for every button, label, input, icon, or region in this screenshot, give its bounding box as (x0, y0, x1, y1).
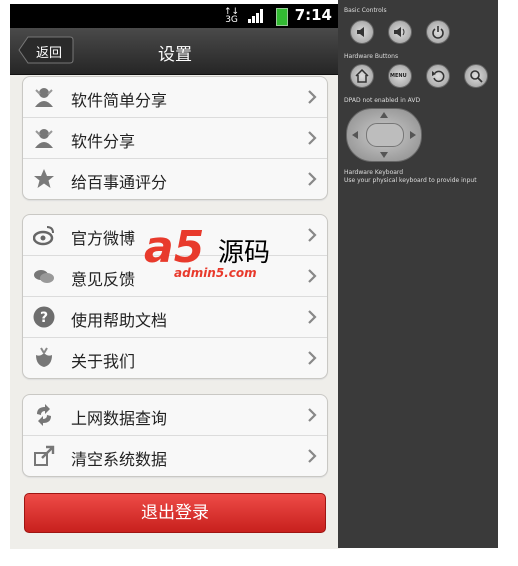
dpad[interactable] (346, 108, 422, 162)
volume-down-icon (357, 27, 364, 37)
svg-text:?: ? (40, 310, 48, 326)
status-bar: ↑↓ 3G 7:14 (10, 4, 340, 28)
settings-group-share: 软件简单分享 软件分享 给百事通评分 (22, 76, 328, 200)
star-icon (34, 169, 54, 188)
power-button[interactable] (426, 20, 450, 44)
dpad-right-icon (410, 131, 416, 139)
list-item-label: 上网数据查询 (71, 409, 168, 428)
battery-icon (276, 8, 288, 26)
hardware-keyboard-title: Hardware Keyboard (344, 169, 404, 176)
watermark-logo: a5 源码 admin5.com (144, 222, 294, 282)
weibo-icon (33, 226, 54, 246)
chevron-right-icon (308, 310, 317, 324)
search-button[interactable] (464, 64, 488, 88)
list-item-label: 意见反馈 (71, 270, 136, 289)
share-person-icon (35, 88, 53, 107)
basic-controls-label: Basic Controls (344, 7, 387, 14)
settings-group-data: 上网数据查询 清空系统数据 (22, 394, 328, 477)
dpad-down-icon (380, 152, 388, 158)
logout-button[interactable]: 退出登录 (24, 493, 326, 533)
flower-icon (36, 347, 52, 367)
chevron-right-icon (308, 351, 317, 365)
list-item[interactable]: 清空系统数据 (23, 436, 327, 476)
dpad-center-button[interactable] (366, 123, 404, 147)
list-item[interactable]: ? 使用帮助文档 (23, 297, 327, 338)
refresh-arrows-icon (37, 404, 51, 426)
list-item-label: 使用帮助文档 (71, 311, 168, 330)
list-item-label: 软件简单分享 (71, 91, 168, 110)
volume-up-button[interactable] (388, 20, 412, 44)
signal-icon (248, 9, 263, 23)
menu-button[interactable]: MENU (388, 64, 412, 88)
menu-label: MENU (390, 73, 407, 79)
watermark-url: admin5.com (174, 266, 257, 280)
search-icon (470, 70, 483, 83)
list-item-label: 软件分享 (71, 132, 136, 151)
chevron-right-icon (308, 449, 317, 463)
list-item[interactable]: 关于我们 (23, 338, 327, 378)
home-button[interactable] (350, 64, 374, 88)
list-item[interactable]: 给百事通评分 (23, 159, 327, 199)
chevron-right-icon (308, 269, 317, 283)
back-hw-button[interactable] (426, 64, 450, 88)
export-icon (34, 445, 55, 466)
chat-bubbles-icon (34, 270, 54, 283)
chevron-right-icon (308, 90, 317, 104)
volume-down-button[interactable] (350, 20, 374, 44)
title-bar: 返回 设置 (10, 28, 340, 75)
network-indicator: ↑↓ 3G (224, 7, 240, 25)
hardware-keyboard-note: Use your physical keyboard to provide in… (344, 177, 477, 184)
list-item-label: 关于我们 (71, 352, 136, 371)
list-item[interactable]: 软件分享 (23, 118, 327, 159)
power-icon (432, 26, 444, 39)
chevron-right-icon (308, 408, 317, 422)
emulator-control-panel: Basic Controls Hardware Buttons MENU DPA… (338, 0, 498, 548)
dpad-up-icon (380, 112, 388, 118)
list-item[interactable]: 软件简单分享 (23, 77, 327, 118)
list-item-label: 给百事通评分 (71, 173, 168, 192)
back-arrow-icon (432, 70, 445, 83)
share-person-icon (35, 129, 53, 148)
list-item-label: 官方微博 (71, 229, 136, 248)
page-title: 设置 (158, 45, 192, 65)
screenshot-frame: ↑↓ 3G 7:14 返回 设置 软件简单分享 软件分享 给百事通评分 官方微博… (0, 0, 518, 566)
list-item[interactable]: 上网数据查询 (23, 395, 327, 436)
clock: 7:14 (294, 6, 332, 24)
watermark-text: 源码 (218, 238, 271, 268)
volume-up-icon (394, 27, 405, 37)
dpad-left-icon (352, 131, 358, 139)
list-item-label: 清空系统数据 (71, 450, 168, 469)
chevron-right-icon (308, 172, 317, 186)
hardware-buttons-label: Hardware Buttons (344, 53, 399, 60)
help-icon: ? (33, 306, 55, 328)
home-icon (355, 69, 369, 83)
chevron-right-icon (308, 131, 317, 145)
chevron-right-icon (308, 228, 317, 242)
dpad-note: DPAD not enabled in AVD (344, 97, 421, 104)
